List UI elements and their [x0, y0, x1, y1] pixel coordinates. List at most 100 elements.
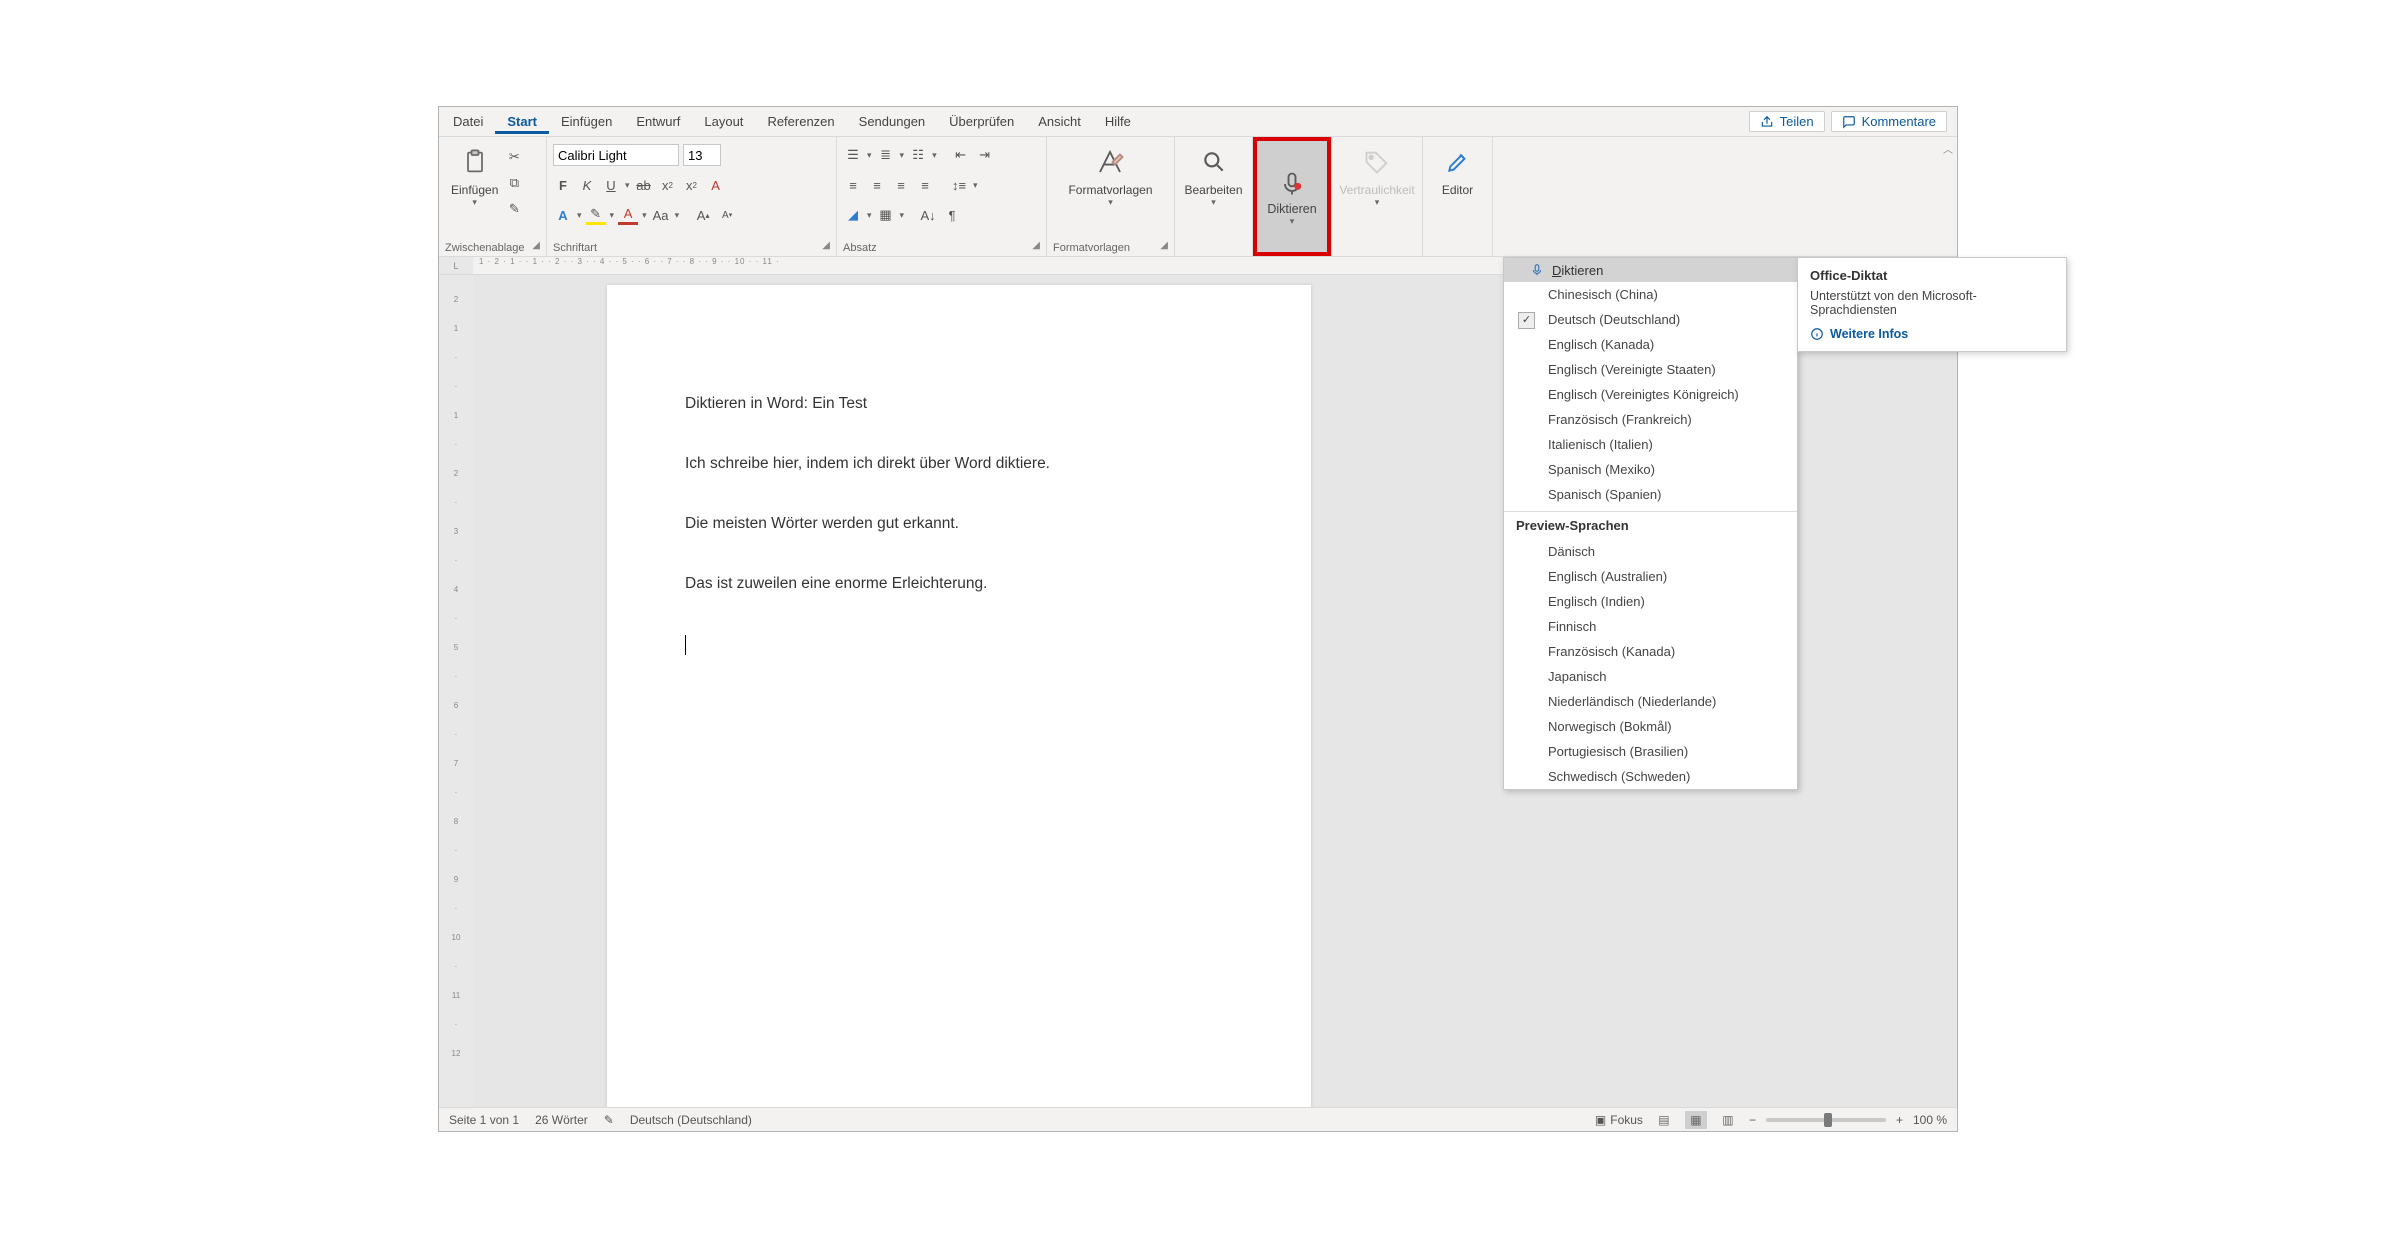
change-case-button[interactable]: Aa — [651, 205, 671, 225]
tab-layout[interactable]: Layout — [692, 110, 755, 133]
language-option[interactable]: Japanisch — [1504, 664, 1797, 689]
subscript-button[interactable]: x2 — [658, 175, 678, 195]
tab-start[interactable]: Start — [495, 110, 549, 134]
tab-einfuegen[interactable]: Einfügen — [549, 110, 624, 133]
highlight-icon[interactable]: ✎ — [586, 205, 606, 225]
editor-button[interactable]: Editor — [1431, 141, 1485, 201]
tab-entwurf[interactable]: Entwurf — [624, 110, 692, 133]
read-mode-icon[interactable]: ▤ — [1653, 1111, 1675, 1129]
show-marks-icon[interactable]: ¶ — [942, 205, 962, 225]
align-left-icon[interactable]: ≡ — [843, 175, 863, 195]
focus-mode-button[interactable]: ▣ Fokus — [1595, 1113, 1643, 1127]
ruler-vertical[interactable]: 21··1·2·3·4·5·6·7·8·9·10·11·12 — [439, 275, 473, 1107]
paragraph-launcher-icon[interactable]: ◢ — [1032, 240, 1040, 251]
superscript-button[interactable]: x2 — [682, 175, 702, 195]
font-color-icon[interactable]: A — [618, 205, 638, 225]
tab-ueberpruefen[interactable]: Überprüfen — [937, 110, 1026, 133]
language-option[interactable]: Finnisch — [1504, 614, 1797, 639]
language-option[interactable]: Deutsch (Deutschland) — [1504, 307, 1797, 332]
font-family-select[interactable] — [553, 144, 679, 166]
copy-icon[interactable]: ⧉ — [504, 173, 524, 193]
line-spacing-icon[interactable]: ↕≡ — [949, 175, 969, 195]
status-language[interactable]: Deutsch (Deutschland) — [630, 1113, 752, 1127]
tab-ansicht[interactable]: Ansicht — [1026, 110, 1093, 133]
increase-indent-icon[interactable]: ⇥ — [975, 145, 995, 165]
ribbon-collapse-icon[interactable]: ︿ — [1943, 141, 1953, 156]
language-option[interactable]: Englisch (Kanada) — [1504, 332, 1797, 357]
language-option[interactable]: Chinesisch (China) — [1504, 282, 1797, 307]
font-size-select[interactable] — [683, 144, 721, 166]
language-option[interactable]: Spanisch (Spanien) — [1504, 482, 1797, 507]
doc-paragraph[interactable]: Das ist zuweilen eine enorme Erleichteru… — [685, 575, 1233, 593]
styles-button[interactable]: Formatvorlagen ▾ — [1062, 141, 1158, 212]
align-center-icon[interactable]: ≡ — [867, 175, 887, 195]
document-page[interactable]: Diktieren in Word: Ein Test Ich schreibe… — [607, 285, 1311, 1107]
web-layout-icon[interactable]: ▥ — [1717, 1111, 1739, 1129]
paste-button[interactable]: Einfügen ▾ — [445, 141, 504, 212]
number-list-icon[interactable]: ≣ — [876, 145, 896, 165]
dropdown-header[interactable]: Diktieren — [1504, 258, 1797, 282]
doc-paragraph[interactable]: Die meisten Wörter werden gut erkannt. — [685, 515, 1233, 533]
bullet-list-icon[interactable]: ☰ — [843, 145, 863, 165]
language-option[interactable]: Französisch (Frankreich) — [1504, 407, 1797, 432]
clear-formatting-icon[interactable]: A — [706, 175, 726, 195]
dictate-button[interactable]: Diktieren ▾ — [1253, 137, 1331, 256]
language-option[interactable]: Niederländisch (Niederlande) — [1504, 689, 1797, 714]
status-word-count[interactable]: 26 Wörter — [535, 1113, 588, 1127]
bold-button[interactable]: F — [553, 175, 573, 195]
zoom-in-button[interactable]: + — [1896, 1113, 1903, 1127]
align-right-icon[interactable]: ≡ — [891, 175, 911, 195]
doc-paragraph[interactable]: Ich schreibe hier, indem ich direkt über… — [685, 455, 1233, 473]
shading-icon[interactable]: ◢ — [843, 205, 863, 225]
text-effects-icon[interactable]: A — [553, 205, 573, 225]
grow-font-icon[interactable]: A▴ — [693, 205, 713, 225]
language-option[interactable]: Französisch (Kanada) — [1504, 639, 1797, 664]
decrease-indent-icon[interactable]: ⇤ — [951, 145, 971, 165]
proofing-icon[interactable]: ✎ — [604, 1113, 614, 1127]
justify-icon[interactable]: ≡ — [915, 175, 935, 195]
tab-datei[interactable]: Datei — [441, 110, 495, 133]
language-option[interactable]: Italienisch (Italien) — [1504, 432, 1797, 457]
find-button[interactable]: Bearbeiten ▾ — [1181, 141, 1246, 212]
chevron-down-icon[interactable]: ▾ — [625, 180, 630, 191]
comments-button[interactable]: Kommentare — [1831, 111, 1947, 132]
word-window: Datei Start Einfügen Entwurf Layout Refe… — [438, 106, 1958, 1132]
language-option[interactable]: Englisch (Vereinigtes Königreich) — [1504, 382, 1797, 407]
tab-referenzen[interactable]: Referenzen — [755, 110, 846, 133]
strikethrough-button[interactable]: ab — [634, 175, 654, 195]
zoom-slider[interactable] — [1766, 1118, 1886, 1122]
status-page[interactable]: Seite 1 von 1 — [449, 1113, 519, 1127]
tab-sendungen[interactable]: Sendungen — [847, 110, 938, 133]
language-option[interactable]: Dänisch — [1504, 539, 1797, 564]
zoom-level[interactable]: 100 % — [1913, 1113, 1947, 1127]
sensitivity-button[interactable]: Vertraulichkeit ▾ — [1338, 141, 1416, 212]
share-button[interactable]: Teilen — [1749, 111, 1825, 132]
language-option[interactable]: Englisch (Indien) — [1504, 589, 1797, 614]
styles-launcher-icon[interactable]: ◢ — [1160, 240, 1168, 251]
sort-icon[interactable]: A↓ — [918, 205, 938, 225]
tab-hilfe[interactable]: Hilfe — [1093, 110, 1143, 133]
tooltip-more-info-link[interactable]: Weitere Infos — [1810, 327, 2054, 341]
underline-button[interactable]: U — [601, 175, 621, 195]
language-option[interactable]: Norwegisch (Bokmål) — [1504, 714, 1797, 739]
microphone-icon — [1530, 262, 1544, 278]
font-launcher-icon[interactable]: ◢ — [822, 240, 830, 251]
language-option[interactable]: Englisch (Vereinigte Staaten) — [1504, 357, 1797, 382]
print-layout-icon[interactable]: ▦ — [1685, 1111, 1707, 1129]
multilevel-list-icon[interactable]: ☷ — [908, 145, 928, 165]
language-option[interactable]: Portugiesisch (Brasilien) — [1504, 739, 1797, 764]
borders-icon[interactable]: ▦ — [876, 205, 896, 225]
language-option[interactable]: Spanisch (Mexiko) — [1504, 457, 1797, 482]
clipboard-icon — [461, 145, 489, 179]
shrink-font-icon[interactable]: A▾ — [717, 205, 737, 225]
format-painter-icon[interactable]: ✎ — [504, 199, 524, 219]
clipboard-launcher-icon[interactable]: ◢ — [532, 240, 540, 251]
zoom-out-button[interactable]: − — [1749, 1113, 1756, 1127]
doc-paragraph[interactable]: Diktieren in Word: Ein Test — [685, 395, 1233, 413]
group-font: F K U ▾ ab x2 x2 A A▾ ✎▾ A▾ Aa▾ A▴ A▾ — [547, 137, 837, 256]
language-option[interactable]: Schwedisch (Schweden) — [1504, 764, 1797, 789]
search-icon — [1201, 145, 1227, 179]
italic-button[interactable]: K — [577, 175, 597, 195]
cut-icon[interactable]: ✂ — [504, 147, 524, 167]
language-option[interactable]: Englisch (Australien) — [1504, 564, 1797, 589]
